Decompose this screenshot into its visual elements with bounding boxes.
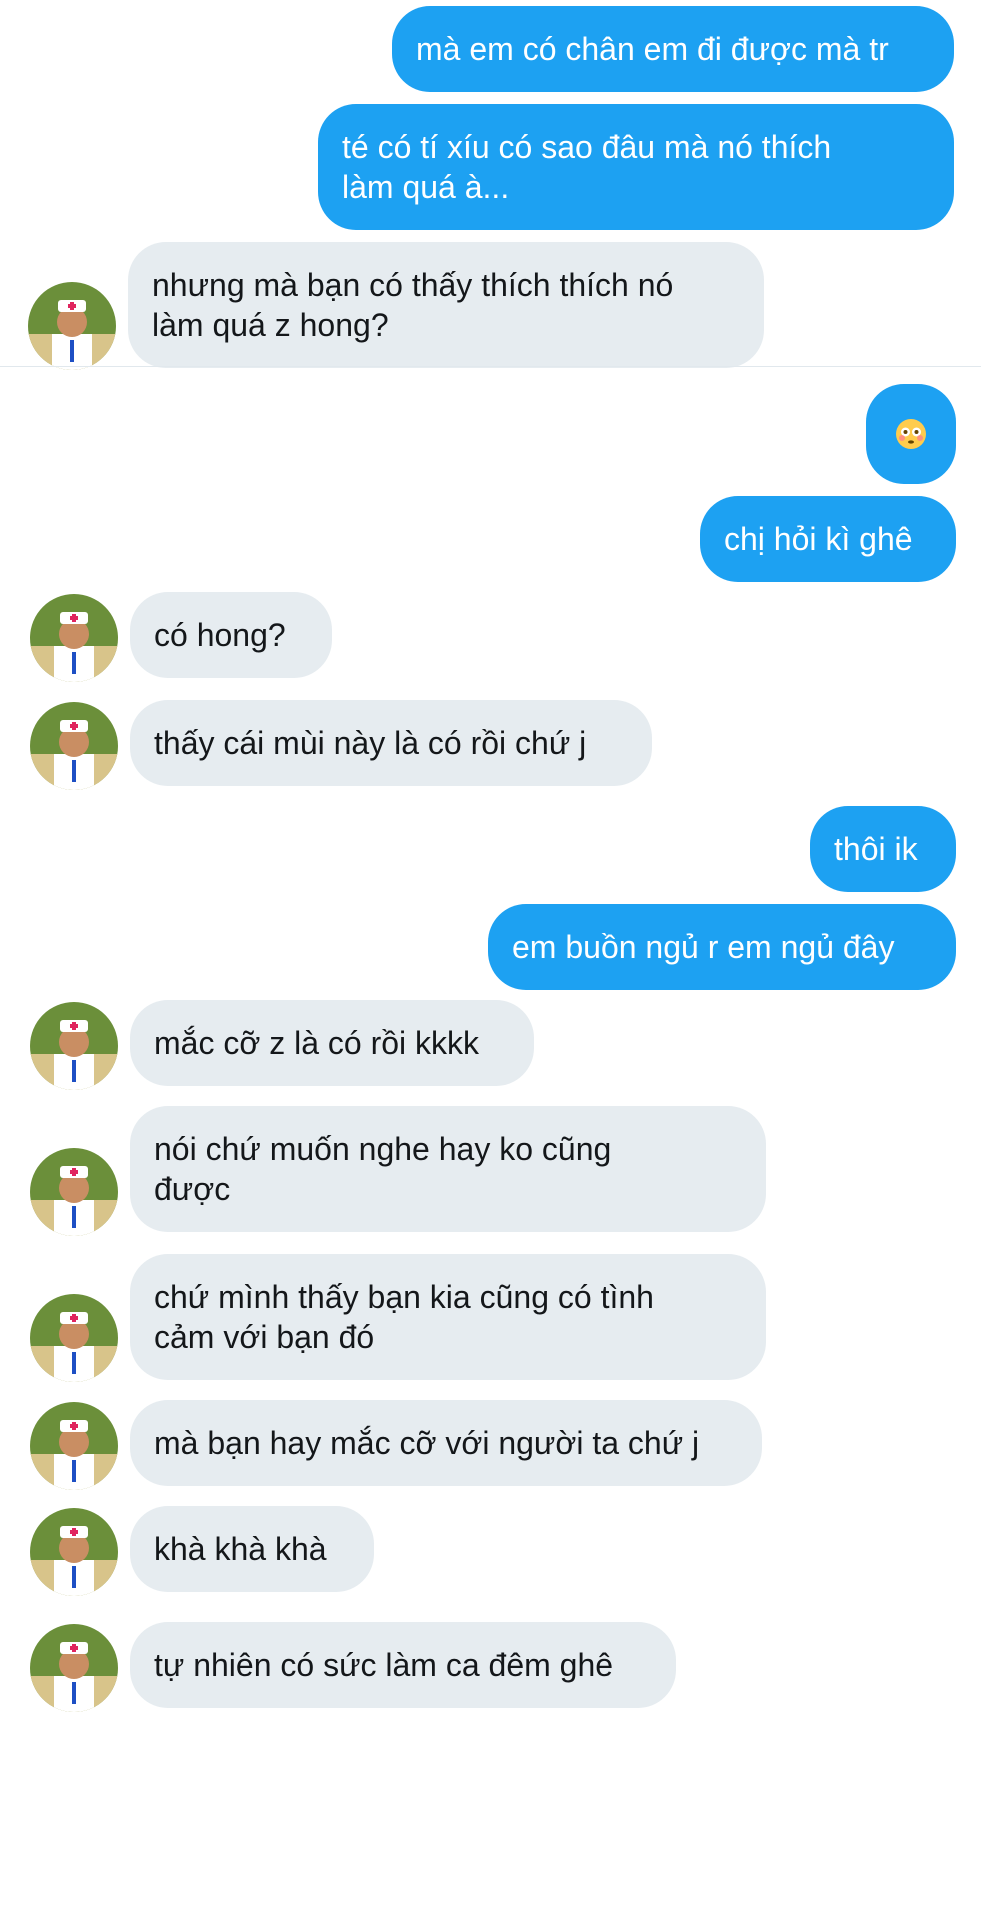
- sent-message-bubble[interactable]: mà em có chân em đi được mà tr: [392, 6, 954, 92]
- received-message-bubble[interactable]: mắc cỡ z là có rồi kkkk: [130, 1000, 534, 1086]
- contact-avatar-icon[interactable]: [30, 1624, 118, 1712]
- chat-screen: mà em có chân em đi được mà tr té có tí …: [0, 0, 981, 1920]
- sent-message-bubble[interactable]: em buồn ngủ r em ngủ đây: [488, 904, 956, 990]
- divider: [0, 366, 981, 367]
- received-message-bubble[interactable]: tự nhiên có sức làm ca đêm ghê: [130, 1622, 676, 1708]
- sent-message-bubble[interactable]: chị hỏi kì ghê: [700, 496, 956, 582]
- received-message-bubble[interactable]: thấy cái mùi này là có rồi chứ j: [130, 700, 652, 786]
- contact-avatar-icon[interactable]: [30, 1402, 118, 1490]
- received-message-bubble[interactable]: mà bạn hay mắc cỡ với người ta chứ j: [130, 1400, 762, 1486]
- sent-message-bubble[interactable]: té có tí xíu có sao đâu mà nó thích làm …: [318, 104, 954, 230]
- contact-avatar-icon[interactable]: [30, 1294, 118, 1382]
- contact-avatar-icon[interactable]: [28, 282, 116, 370]
- contact-avatar-icon[interactable]: [30, 1002, 118, 1090]
- flushed-face-emoji-icon: [896, 419, 926, 449]
- contact-avatar-icon[interactable]: [30, 1508, 118, 1596]
- received-message-bubble[interactable]: khà khà khà: [130, 1506, 374, 1592]
- received-message-bubble[interactable]: nhưng mà bạn có thấy thích thích nó làm …: [128, 242, 764, 368]
- received-message-bubble[interactable]: nói chứ muốn nghe hay ko cũng được: [130, 1106, 766, 1232]
- received-message-bubble[interactable]: chứ mình thấy bạn kia cũng có tình cảm v…: [130, 1254, 766, 1380]
- contact-avatar-icon[interactable]: [30, 1148, 118, 1236]
- sent-emoji-bubble[interactable]: [866, 384, 956, 484]
- received-message-bubble[interactable]: có hong?: [130, 592, 332, 678]
- contact-avatar-icon[interactable]: [30, 702, 118, 790]
- contact-avatar-icon[interactable]: [30, 594, 118, 682]
- sent-message-bubble[interactable]: thôi ik: [810, 806, 956, 892]
